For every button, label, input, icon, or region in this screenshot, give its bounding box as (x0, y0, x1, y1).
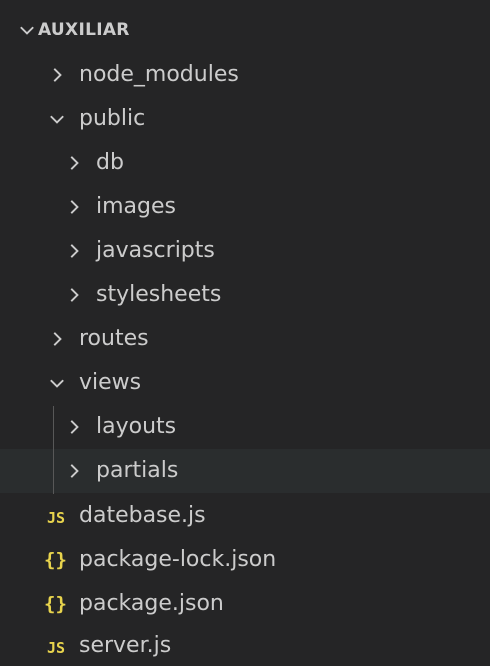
tree-item-package-lock-json[interactable]: {} package-lock.json (0, 538, 490, 582)
tree-item-views[interactable]: views (0, 361, 490, 405)
tree-item-node-modules[interactable]: node_modules (0, 53, 490, 97)
tree-item-label: package.json (79, 591, 224, 616)
chevron-right-icon (70, 288, 79, 302)
chevron-right-icon (70, 244, 79, 258)
chevron-right-icon (53, 332, 62, 346)
indent-guide (53, 406, 54, 494)
chevron-right-icon (53, 68, 62, 82)
tree-item-label: javascripts (96, 238, 215, 263)
tree-item-label: node_modules (79, 62, 239, 87)
tree-item-label: partials (96, 458, 179, 483)
javascript-file-icon: JS (47, 509, 66, 527)
explorer-section-header[interactable]: AUXILIAR (0, 10, 490, 50)
tree-item-label: package-lock.json (79, 547, 277, 572)
tree-item-javascripts[interactable]: javascripts (0, 229, 490, 273)
chevron-down-icon (20, 26, 34, 35)
tree-item-label: server.js (79, 633, 172, 658)
explorer-section-title: AUXILIAR (38, 20, 130, 40)
tree-item-datebase-js[interactable]: JS datebase.js (0, 494, 490, 538)
tree-item-label: public (79, 106, 146, 131)
tree-item-partials[interactable]: partials (0, 449, 490, 493)
tree-item-label: db (96, 150, 124, 175)
tree-item-package-json[interactable]: {} package.json (0, 582, 490, 626)
json-file-icon: {} (44, 549, 67, 571)
javascript-file-icon: JS (47, 639, 66, 657)
tree-item-server-js[interactable]: JS server.js (0, 624, 490, 666)
chevron-right-icon (70, 156, 79, 170)
chevron-right-icon (70, 464, 79, 478)
tree-item-public[interactable]: public (0, 97, 490, 141)
tree-item-label: views (79, 370, 142, 395)
tree-item-routes[interactable]: routes (0, 317, 490, 361)
chevron-down-icon (50, 379, 64, 388)
chevron-right-icon (70, 420, 79, 434)
tree-item-label: images (96, 194, 176, 219)
tree-item-label: datebase.js (79, 503, 206, 528)
tree-item-db[interactable]: db (0, 141, 490, 185)
tree-item-label: routes (79, 326, 149, 351)
tree-item-stylesheets[interactable]: stylesheets (0, 273, 490, 317)
chevron-right-icon (70, 200, 79, 214)
json-file-icon: {} (44, 593, 67, 615)
tree-item-label: stylesheets (96, 282, 222, 307)
file-explorer: AUXILIAR node_modules public db images j… (0, 0, 490, 666)
tree-item-images[interactable]: images (0, 185, 490, 229)
chevron-down-icon (50, 115, 64, 124)
tree-item-label: layouts (96, 414, 177, 439)
tree-item-layouts[interactable]: layouts (0, 405, 490, 449)
